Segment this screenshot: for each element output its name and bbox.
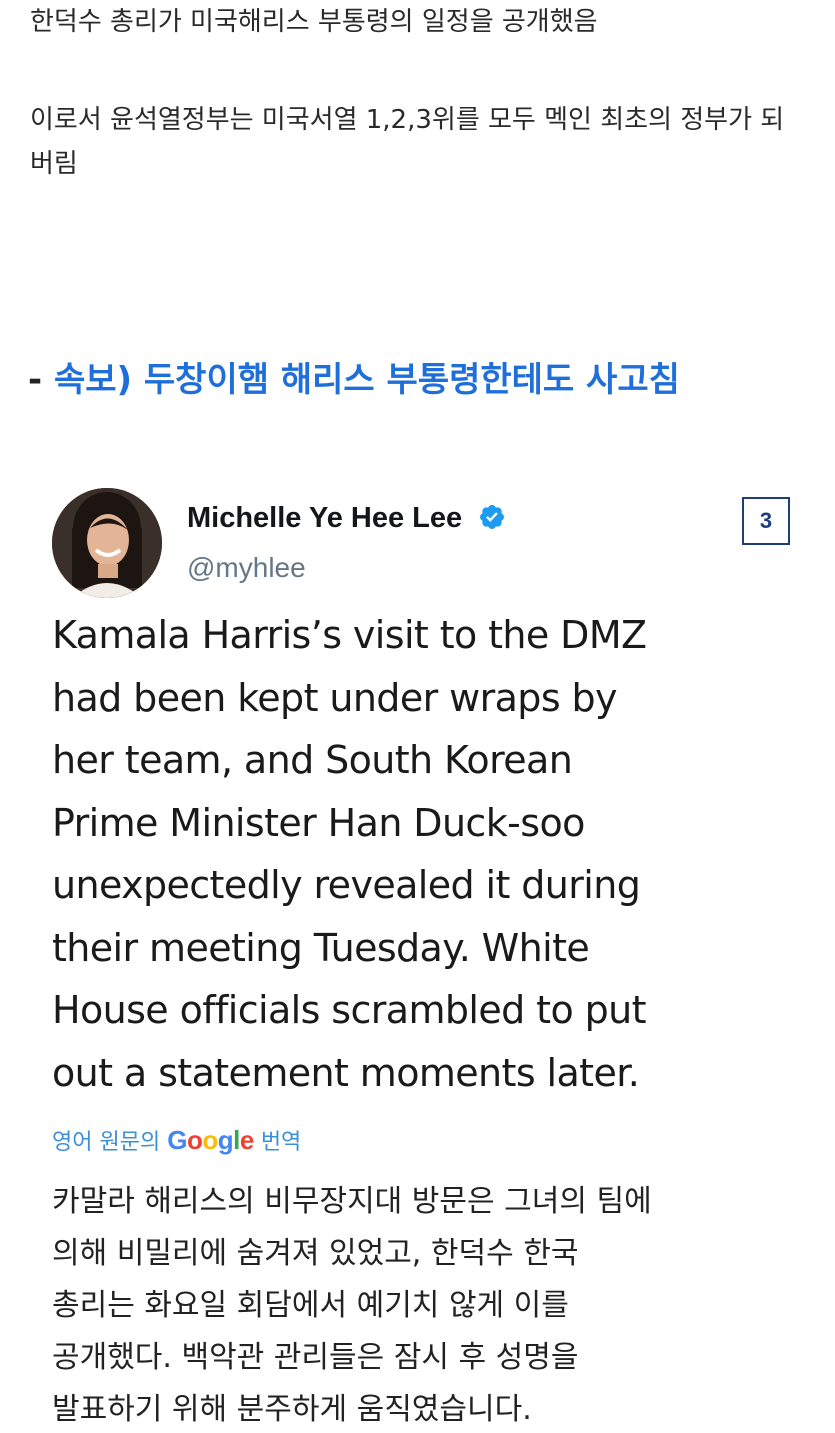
- tweet-line: unexpectedly revealed it during: [52, 863, 641, 907]
- author-name[interactable]: Michelle Ye Hee Lee: [187, 502, 506, 535]
- tweet-line: out a statement moments later.: [52, 1050, 640, 1095]
- headline-text[interactable]: 속보) 두창이햄 해리스 부통령한테도 사고침: [54, 360, 680, 400]
- image-count-badge: 3: [742, 497, 790, 545]
- translate-prefix: 영어 원문의: [52, 1130, 161, 1155]
- translate-suffix: 번역: [260, 1130, 302, 1155]
- tweet-line: had been kept under wraps by: [52, 675, 618, 720]
- translation-line: 카말라 해리스의 비무장지대 방문은 그녀의 팀에: [52, 1184, 652, 1219]
- headline-dash: -: [28, 360, 43, 400]
- verified-icon: [480, 505, 505, 529]
- tweet-line: House officials scrambled to put: [52, 988, 647, 1032]
- translation-line: 총리는 화요일 회담에서 예기치 않게 이를: [52, 1288, 569, 1323]
- tweet-line: Prime Minister Han Duck-soo: [52, 800, 585, 845]
- tweet-line: her team, and South Korean: [52, 738, 573, 782]
- author-name-text: Michelle Ye Hee Lee: [187, 502, 463, 534]
- tweet-text: Kamala Harris’s visit to the DMZ had bee…: [52, 604, 812, 1104]
- tweet-translation: 카말라 해리스의 비무장지대 방문은 그녀의 팀에 의해 비밀리에 숨겨져 있었…: [52, 1176, 812, 1433]
- avatar[interactable]: [52, 488, 162, 598]
- headline: - 속보) 두창이햄 해리스 부통령한테도 사고침: [28, 352, 680, 401]
- google-translate-link[interactable]: 영어 원문의 Google 번역: [52, 1124, 301, 1156]
- author-handle[interactable]: @myhlee: [187, 552, 306, 584]
- google-logo: Google: [167, 1125, 254, 1155]
- intro-line-1: 한덕수 총리가 미국해리스 부통령의 일정을 공개했음: [30, 7, 598, 37]
- intro-line-2: 이로서 윤석열정부는 미국서열 1,2,3위를 모두 멕인 최초의 정부가 되버…: [30, 105, 785, 179]
- translation-line: 공개했다. 백악관 관리들은 잠시 후 성명을: [52, 1340, 579, 1375]
- translation-line: 의해 비밀리에 숨겨져 있었고, 한덕수 한국: [52, 1236, 579, 1271]
- tweet-line: their meeting Tuesday. White: [52, 925, 590, 970]
- translation-line: 발표하기 위해 분주하게 움직였습니다.: [52, 1392, 532, 1427]
- tweet-line: Kamala Harris’s visit to the DMZ: [52, 613, 647, 657]
